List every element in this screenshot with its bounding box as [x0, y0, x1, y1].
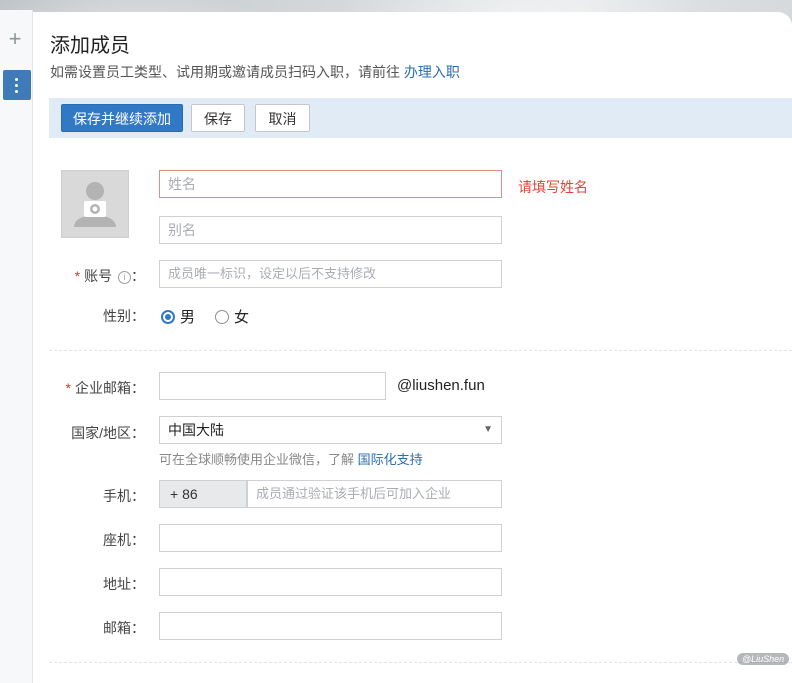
enterprise-email-label-text: 企业邮箱：: [75, 380, 145, 396]
account-label-colon: ：: [131, 268, 145, 284]
save-and-continue-button[interactable]: 保存并继续添加: [61, 104, 183, 132]
gender-option-male: 男: [180, 309, 196, 326]
country-label: 国家/地区：: [71, 425, 145, 441]
mobile-input[interactable]: 成员通过验证该手机后可加入企业: [247, 480, 502, 508]
subtitle-text: 如需设置员工类型、试用期或邀请成员扫码入职，请前往: [50, 64, 404, 80]
gender-radio-male[interactable]: 男: [161, 306, 196, 326]
country-hint: 可在全球顺畅使用企业微信，了解 国际化支持: [159, 449, 423, 468]
name-input[interactable]: 姓名: [159, 170, 502, 198]
mail-label: 邮箱：: [103, 620, 145, 636]
country-select[interactable]: 中国大陆 ▼: [159, 416, 502, 444]
name-placeholder: 姓名: [168, 176, 196, 192]
section-divider: [49, 662, 792, 663]
enterprise-email-label: * 企业邮箱：: [33, 378, 145, 398]
action-toolbar: 保存并继续添加 保存 取消: [49, 98, 792, 138]
page-title: 添加成员: [50, 35, 130, 57]
cancel-button[interactable]: 取消: [255, 104, 310, 132]
add-member-panel: 添加成员 如需设置员工类型、试用期或邀请成员扫码入职，请前往 办理入职 保存并继…: [33, 12, 792, 683]
save-button[interactable]: 保存: [191, 104, 245, 132]
page-subtitle: 如需设置员工类型、试用期或邀请成员扫码入职，请前往 办理入职: [50, 62, 460, 82]
account-placeholder: 成员唯一标识，设定以后不支持修改: [168, 266, 377, 281]
required-mark: *: [74, 268, 81, 284]
mobile-label: 手机：: [103, 488, 145, 504]
email-domain: @liushen.fun: [397, 377, 485, 394]
alias-placeholder: 别名: [168, 222, 196, 238]
country-code-prefix: + 86: [159, 480, 247, 508]
mail-input[interactable]: [159, 612, 502, 640]
mobile-placeholder: 成员通过验证该手机后可加入企业: [256, 486, 452, 501]
country-selected-value: 中国大陆: [168, 422, 224, 438]
info-icon[interactable]: i: [118, 271, 131, 284]
more-vertical-icon: [15, 78, 19, 96]
name-error-message: 请填写姓名: [518, 179, 588, 195]
account-label-text: 账号: [84, 268, 113, 284]
gender-label: 性别：: [103, 308, 145, 324]
onboarding-link[interactable]: 办理入职: [404, 64, 460, 80]
gender-option-female: 女: [234, 309, 250, 326]
account-input[interactable]: 成员唯一标识，设定以后不支持修改: [159, 260, 502, 288]
enterprise-email-input[interactable]: [159, 372, 386, 400]
landline-input[interactable]: [159, 524, 502, 552]
watermark: @LiuShen: [737, 653, 790, 665]
more-menu-button[interactable]: [3, 70, 31, 100]
camera-person-icon: [74, 182, 116, 227]
add-icon[interactable]: +: [6, 28, 24, 50]
landline-label: 座机：: [103, 532, 145, 548]
radio-checked-icon: [161, 310, 175, 324]
section-divider: [49, 350, 792, 351]
address-label: 地址：: [103, 576, 145, 592]
account-label: * 账号 i：: [33, 266, 145, 286]
intl-support-link[interactable]: 国际化支持: [358, 452, 423, 467]
address-input[interactable]: [159, 568, 502, 596]
radio-unchecked-icon: [215, 310, 229, 324]
gender-radio-female[interactable]: 女: [215, 306, 250, 326]
chevron-down-icon: ▼: [483, 424, 493, 435]
left-sidebar: +: [0, 10, 33, 683]
required-mark: *: [65, 380, 71, 396]
alias-input[interactable]: 别名: [159, 216, 502, 244]
country-hint-text: 可在全球顺畅使用企业微信，了解: [159, 452, 358, 467]
avatar-upload[interactable]: [61, 170, 129, 238]
